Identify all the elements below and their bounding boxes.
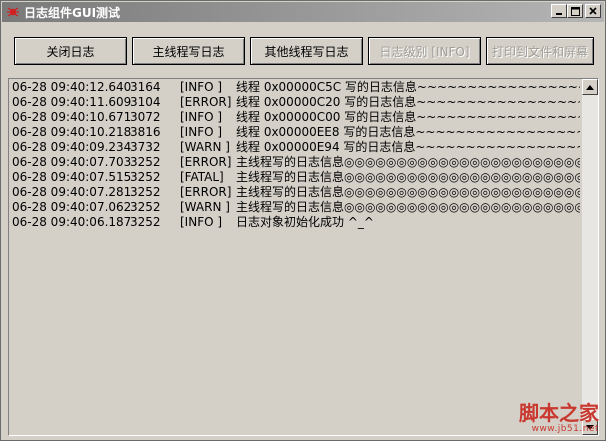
log-row[interactable]: 06-28 09:40:09.234 3732 [WARN ] 线程 0x00000E… [11,140,580,155]
log-row[interactable]: 06-28 09:40:12.640 3164 [INFO ] 线程 0x00000C… [11,80,580,95]
minimize-icon [556,13,562,15]
log-thread-id: 3732 [130,140,161,154]
log-thread-id: 3104 [130,95,161,109]
log-row[interactable]: 06-28 09:40:06.187 3252 [INFO ] 日志对象初始化成功 ^… [11,215,580,230]
log-thread-id: 3252 [130,155,161,169]
arrow-down-icon [586,424,594,430]
main-thread-write-button[interactable]: 主线程写日志 [132,37,245,65]
log-row[interactable]: 06-28 09:40:07.062 3252 [WARN ] 主线程写的日志信息◎◎… [11,200,580,215]
app-window: 日志组件GUI测试 关闭日志 主线程写日志 其他线程写日志 日志级别 [INFO… [0,0,606,441]
log-thread-id: 3164 [130,80,161,94]
log-message: 主线程写的日志信息◎◎◎◎◎◎◎◎◎◎◎◎◎◎◎◎◎◎◎◎◎◎◎◎◎◎◎◎ [236,185,580,199]
log-time: 06-28 09:40:10.218 [12,125,132,139]
log-time: 06-28 09:40:09.234 [12,140,132,154]
log-time: 06-28 09:40:07.515 [12,170,132,184]
arrow-up-icon [586,84,594,90]
vertical-scrollbar[interactable] [582,79,598,435]
log-message: 主线程写的日志信息◎◎◎◎◎◎◎◎◎◎◎◎◎◎◎◎◎◎◎◎◎◎◎◎◎◎◎◎ [236,200,580,214]
log-level-button[interactable]: 日志级别 [INFO] [368,37,481,65]
title-bar[interactable]: 日志组件GUI测试 [2,2,604,22]
log-list[interactable]: 06-28 09:40:12.640 3164 [INFO ] 线程 0x00000C… [8,78,599,436]
log-level: [ERROR] [180,95,232,109]
log-row[interactable]: 06-28 09:40:11.609 3104 [ERROR] 线程 0x00000C… [11,95,580,110]
log-message: 线程 0x00000E94 写的日志信息~~~~~~~~~~~~~~~~~~~~… [236,140,580,154]
log-level: [INFO ] [180,110,223,124]
log-thread-id: 3072 [130,110,161,124]
log-time: 06-28 09:40:07.062 [12,200,132,214]
close-button[interactable] [585,4,601,18]
window-title: 日志组件GUI测试 [24,5,121,20]
maximize-icon [570,6,580,16]
log-level: [FATAL] [180,170,224,184]
log-message: 日志对象初始化成功 ^_^ [236,215,374,229]
log-thread-id: 3816 [130,125,161,139]
log-time: 06-28 09:40:10.671 [12,110,132,124]
log-time: 06-28 09:40:07.703 [12,155,132,169]
maximize-button[interactable] [567,4,583,18]
log-row[interactable]: 06-28 09:40:07.703 3252 [ERROR] 主线程写的日志信息◎◎… [11,155,580,170]
log-message: 线程 0x00000C00 写的日志信息~~~~~~~~~~~~~~~~~~~~… [236,110,580,124]
log-message: 线程 0x00000EE8 写的日志信息~~~~~~~~~~~~~~~~~~~~… [236,125,580,139]
log-thread-id: 3252 [130,200,161,214]
log-message: 线程 0x00000C5C 写的日志信息~~~~~~~~~~~~~~~~~~~~… [236,80,580,94]
log-row[interactable]: 06-28 09:40:10.218 3816 [INFO ] 线程 0x00000E… [11,125,580,140]
log-message: 主线程写的日志信息◎◎◎◎◎◎◎◎◎◎◎◎◎◎◎◎◎◎◎◎◎◎◎◎◎◎◎◎ [236,155,580,169]
close-icon [589,7,597,15]
minimize-button[interactable] [551,4,567,18]
log-thread-id: 3252 [130,185,161,199]
log-time: 06-28 09:40:06.187 [12,215,132,229]
log-level: [ERROR] [180,185,232,199]
log-level: [INFO ] [180,215,223,229]
log-level: [ERROR] [180,155,232,169]
log-time: 06-28 09:40:11.609 [12,95,132,109]
log-rows: 06-28 09:40:12.640 3164 [INFO ] 线程 0x00000C… [11,80,580,230]
log-thread-id: 3252 [130,170,161,184]
log-message: 主线程写的日志信息◎◎◎◎◎◎◎◎◎◎◎◎◎◎◎◎◎◎◎◎◎◎◎◎◎◎◎◎ [236,170,580,184]
log-row[interactable]: 06-28 09:40:10.671 3072 [INFO ] 线程 0x00000C… [11,110,580,125]
log-time: 06-28 09:40:12.640 [12,80,132,94]
log-row[interactable]: 06-28 09:40:07.515 3252 [FATAL] 主线程写的日志信息◎◎… [11,170,580,185]
scroll-down-button[interactable] [582,419,598,435]
log-level: [WARN ] [180,140,230,154]
log-row[interactable]: 06-28 09:40:07.281 3252 [ERROR] 主线程写的日志信息◎◎… [11,185,580,200]
log-thread-id: 3252 [130,215,161,229]
print-target-button[interactable]: 打印到文件和屏幕 [486,37,594,65]
log-level: [INFO ] [180,125,223,139]
log-level: [INFO ] [180,80,223,94]
scroll-up-button[interactable] [582,79,598,95]
app-icon [6,5,20,19]
other-thread-write-button[interactable]: 其他线程写日志 [250,37,363,65]
close-log-button[interactable]: 关闭日志 [14,37,127,65]
log-level: [WARN ] [180,200,230,214]
log-time: 06-28 09:40:07.281 [12,185,132,199]
log-message: 线程 0x00000C20 写的日志信息~~~~~~~~~~~~~~~~~~~~… [236,95,580,109]
